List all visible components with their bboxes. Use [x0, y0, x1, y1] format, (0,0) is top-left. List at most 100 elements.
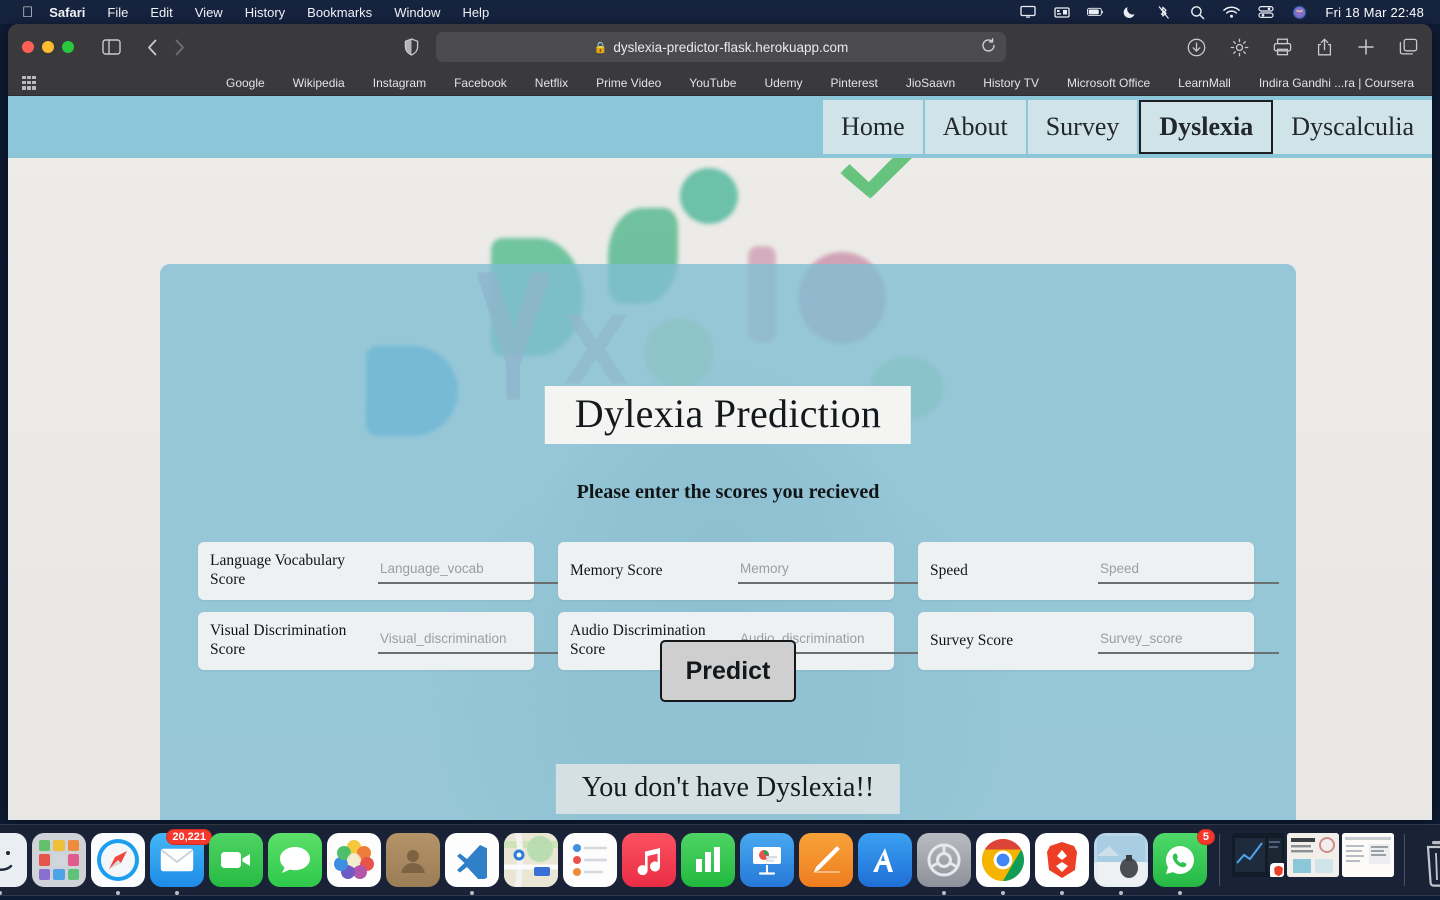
prediction-result: You don't have Dyslexia!!: [555, 764, 901, 814]
do-not-disturb-moon-icon[interactable]: [1121, 5, 1138, 20]
bookmark-pinterest[interactable]: Pinterest: [830, 76, 877, 90]
back-arrow-icon[interactable]: [147, 39, 158, 56]
site-navigation: Home About Survey Dyslexia Dyscalculia: [8, 96, 1432, 158]
dock-item-contacts[interactable]: [386, 833, 440, 887]
menu-item-window[interactable]: Window: [394, 5, 440, 20]
privacy-shield-icon[interactable]: [404, 38, 419, 61]
bookmark-google[interactable]: Google: [226, 76, 265, 90]
bookmark-udemy[interactable]: Udemy: [764, 76, 802, 90]
dock-item-finder[interactable]: [0, 833, 27, 895]
sidebar-toggle-icon[interactable]: [102, 39, 121, 55]
dock-minimized-window-2[interactable]: [1287, 833, 1339, 887]
dock-item-facetime[interactable]: [209, 833, 263, 887]
bookmark-history-tv[interactable]: History TV: [983, 76, 1039, 90]
siri-icon[interactable]: [1291, 5, 1308, 20]
nav-tab-about[interactable]: About: [924, 100, 1028, 154]
new-tab-plus-icon[interactable]: [1357, 38, 1375, 56]
field-label-visual-discrimination: Visual Discrimination Score: [210, 622, 347, 658]
print-icon[interactable]: [1273, 38, 1292, 56]
bookmark-facebook[interactable]: Facebook: [454, 76, 507, 90]
bluetooth-off-icon[interactable]: [1155, 5, 1172, 20]
input-memory[interactable]: [738, 558, 919, 584]
share-icon[interactable]: [1316, 38, 1333, 57]
bookmark-coursera[interactable]: Indira Gandhi ...ra | Coursera: [1259, 76, 1414, 90]
downloads-icon[interactable]: [1187, 38, 1206, 57]
lock-icon: 🔒: [593, 41, 608, 54]
dock-item-brave[interactable]: [1035, 833, 1089, 895]
bookmark-prime-video[interactable]: Prime Video: [596, 76, 661, 90]
menu-item-view[interactable]: View: [195, 5, 223, 20]
bookmark-youtube[interactable]: YouTube: [689, 76, 736, 90]
control-center-icon[interactable]: [1257, 5, 1274, 20]
dock-item-photos[interactable]: [327, 833, 381, 887]
macos-menu-bar:  Safari File Edit View History Bookmark…: [0, 0, 1440, 24]
input-language-vocab[interactable]: [378, 558, 559, 584]
menu-item-edit[interactable]: Edit: [150, 5, 172, 20]
dock-item-music[interactable]: [622, 833, 676, 887]
running-indicator: [175, 891, 179, 895]
dock-item-vscode[interactable]: [445, 833, 499, 895]
dock-item-freeform[interactable]: [799, 833, 853, 887]
nav-tab-dyscalculia[interactable]: Dyscalculia: [1273, 100, 1432, 154]
dock-item-mail[interactable]: 20,221: [150, 829, 212, 895]
running-indicator: [1060, 891, 1064, 895]
web-page-content: Home About Survey Dyslexia Dyscalculia D…: [8, 96, 1432, 820]
menu-item-safari[interactable]: Safari: [49, 5, 85, 20]
dock-item-launchpad[interactable]: [32, 833, 86, 887]
dock-item-numbers[interactable]: [681, 833, 735, 887]
bookmark-wikipedia[interactable]: Wikipedia: [293, 76, 345, 90]
bookmark-microsoft-office[interactable]: Microsoft Office: [1067, 76, 1150, 90]
wifi-icon[interactable]: [1223, 5, 1241, 20]
menu-bar-status-area: Fri 18 Mar 22:48: [1019, 5, 1430, 20]
nav-tab-home[interactable]: Home: [823, 100, 925, 154]
input-speed[interactable]: [1098, 558, 1279, 584]
bookmark-jiosaavn[interactable]: JioSaavn: [906, 76, 955, 90]
dock-item-keynote[interactable]: [740, 833, 794, 887]
dock-item-preview[interactable]: [1094, 833, 1148, 895]
bookmarks-grid-icon[interactable]: [22, 75, 36, 90]
reload-icon[interactable]: [981, 38, 996, 56]
menu-item-file[interactable]: File: [107, 5, 128, 20]
apple-icon[interactable]: : [22, 5, 33, 20]
menu-item-history[interactable]: History: [245, 5, 285, 20]
nav-tab-dyslexia[interactable]: Dyslexia: [1139, 100, 1274, 154]
address-bar[interactable]: 🔒 dyslexia-predictor-flask.herokuapp.com: [436, 32, 1006, 62]
menu-bar-clock[interactable]: Fri 18 Mar 22:48: [1325, 5, 1424, 20]
bookmark-learnmall[interactable]: LearnMall: [1178, 76, 1231, 90]
dock-item-maps[interactable]: [504, 833, 558, 887]
menu-item-bookmarks[interactable]: Bookmarks: [307, 5, 372, 20]
dock-item-messages[interactable]: [268, 833, 322, 887]
nav-tab-survey[interactable]: Survey: [1027, 100, 1140, 154]
predict-button[interactable]: Predict: [660, 640, 796, 702]
browser-toolbar: 🔒 dyslexia-predictor-flask.herokuapp.com: [8, 24, 1432, 70]
battery-icon[interactable]: [1087, 5, 1104, 20]
forward-arrow-icon[interactable]: [174, 39, 185, 56]
bookmark-netflix[interactable]: Netflix: [535, 76, 568, 90]
field-survey-score: Survey Score: [918, 612, 1279, 670]
close-window-button[interactable]: [22, 41, 34, 53]
keyboard-icon[interactable]: [1053, 5, 1070, 20]
dock-item-whatsapp[interactable]: 5: [1153, 829, 1215, 895]
dock-separator: [1219, 834, 1220, 886]
dock-minimized-window-3[interactable]: [1342, 833, 1394, 887]
letter-teal-blob: [680, 168, 738, 224]
running-indicator: [1178, 891, 1182, 895]
input-survey-score[interactable]: [1098, 628, 1279, 654]
dock-item-app-store[interactable]: [858, 833, 912, 887]
dock-item-reminders[interactable]: [563, 833, 617, 887]
input-visual-discrimination[interactable]: [378, 628, 559, 654]
menu-item-help[interactable]: Help: [462, 5, 489, 20]
spotlight-search-icon[interactable]: [1189, 5, 1206, 20]
dock-item-system-settings[interactable]: [917, 833, 971, 895]
running-indicator: [1119, 891, 1123, 895]
tab-overview-icon[interactable]: [1399, 38, 1418, 56]
bookmark-instagram[interactable]: Instagram: [373, 76, 426, 90]
dock-item-trash[interactable]: [1417, 833, 1440, 887]
dock-item-chrome[interactable]: [976, 833, 1030, 895]
dock-minimized-window-1[interactable]: [1232, 833, 1284, 887]
dock-item-safari[interactable]: [91, 833, 145, 895]
extensions-gear-icon[interactable]: [1230, 38, 1249, 57]
zoom-window-button[interactable]: [62, 41, 74, 53]
display-icon[interactable]: [1019, 5, 1036, 20]
minimize-window-button[interactable]: [42, 41, 54, 53]
